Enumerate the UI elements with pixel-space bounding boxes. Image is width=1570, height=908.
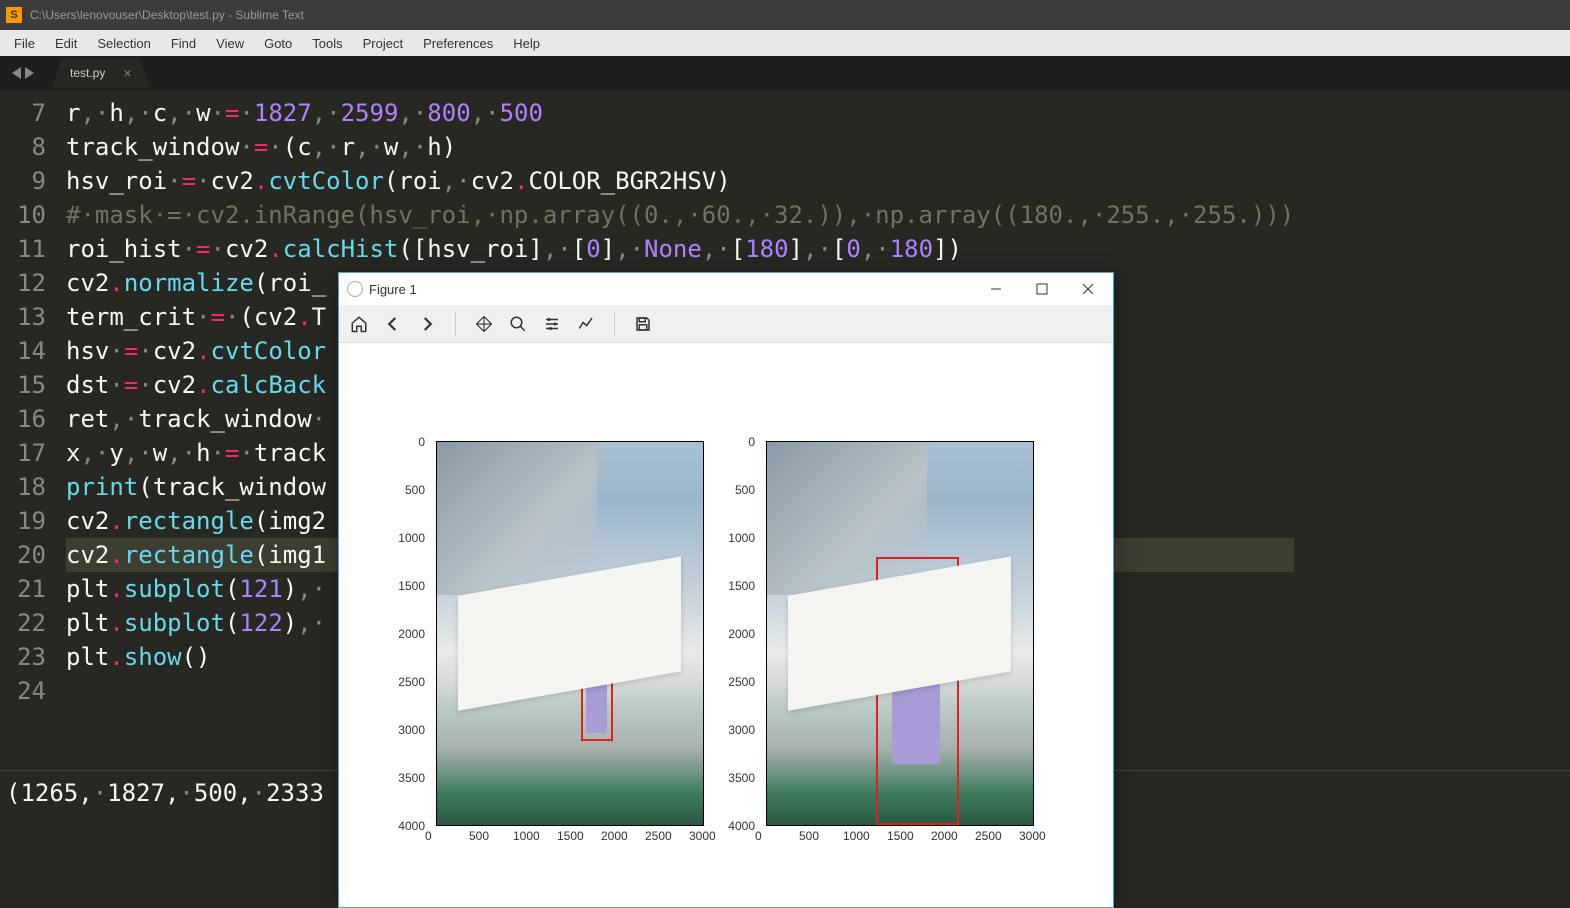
menu-view[interactable]: View — [206, 36, 254, 51]
menu-goto[interactable]: Goto — [254, 36, 302, 51]
figure-titlebar[interactable]: Figure 1 — [339, 273, 1113, 305]
zoom-icon[interactable] — [508, 314, 528, 334]
edit-axis-icon[interactable] — [576, 314, 596, 334]
subplot2-yaxis: 05001000150020002500300035004000 — [711, 435, 761, 835]
tab-nav-right-icon[interactable] — [25, 67, 34, 79]
menu-selection[interactable]: Selection — [87, 36, 160, 51]
figure-app-icon — [347, 281, 363, 297]
tab-label: test.py — [70, 66, 105, 80]
home-icon[interactable] — [349, 314, 369, 334]
tab-test-py[interactable]: test.py × — [52, 58, 150, 88]
subplot2-xaxis: 050010001500200025003000 — [759, 829, 1041, 849]
subplot-121 — [436, 441, 704, 826]
back-icon[interactable] — [383, 314, 403, 334]
forward-icon[interactable] — [417, 314, 437, 334]
menu-tools[interactable]: Tools — [302, 36, 352, 51]
save-icon[interactable] — [633, 314, 653, 334]
configure-icon[interactable] — [542, 314, 562, 334]
minimize-button[interactable] — [973, 274, 1019, 304]
menu-help[interactable]: Help — [503, 36, 550, 51]
subplot1-xaxis: 050010001500200025003000 — [429, 829, 711, 849]
menu-edit[interactable]: Edit — [45, 36, 87, 51]
figure-toolbar — [339, 305, 1113, 343]
console-text: (1265,·1827,·500,·2333 — [6, 779, 324, 807]
pan-icon[interactable] — [474, 314, 494, 334]
menu-bar: File Edit Selection Find View Goto Tools… — [0, 30, 1570, 56]
subplot-122 — [766, 441, 1034, 826]
menu-find[interactable]: Find — [161, 36, 206, 51]
tracking-rect-img1 — [876, 557, 958, 825]
figure-title: Figure 1 — [369, 282, 417, 297]
line-number-gutter: 789101112131415161718192021222324 — [0, 90, 58, 708]
window-titlebar: S C:\Users\lenovouser\Desktop\test.py - … — [0, 0, 1570, 30]
figure-canvas[interactable]: 05001000150020002500300035004000 0500100… — [339, 343, 1113, 907]
menu-file[interactable]: File — [4, 36, 45, 51]
menu-project[interactable]: Project — [353, 36, 413, 51]
tracking-rect-img2 — [581, 641, 613, 741]
app-icon: S — [6, 7, 22, 23]
subplot1-yaxis: 05001000150020002500300035004000 — [381, 435, 431, 835]
maximize-button[interactable] — [1019, 274, 1065, 304]
tab-bar: test.py × — [0, 56, 1570, 90]
tab-close-icon[interactable]: × — [123, 65, 131, 81]
window-title: C:\Users\lenovouser\Desktop\test.py - Su… — [30, 8, 304, 22]
figure-window[interactable]: Figure 1 — [338, 272, 1114, 908]
close-button[interactable] — [1065, 274, 1111, 304]
menu-preferences[interactable]: Preferences — [413, 36, 503, 51]
tab-nav-left-icon[interactable] — [12, 67, 21, 79]
